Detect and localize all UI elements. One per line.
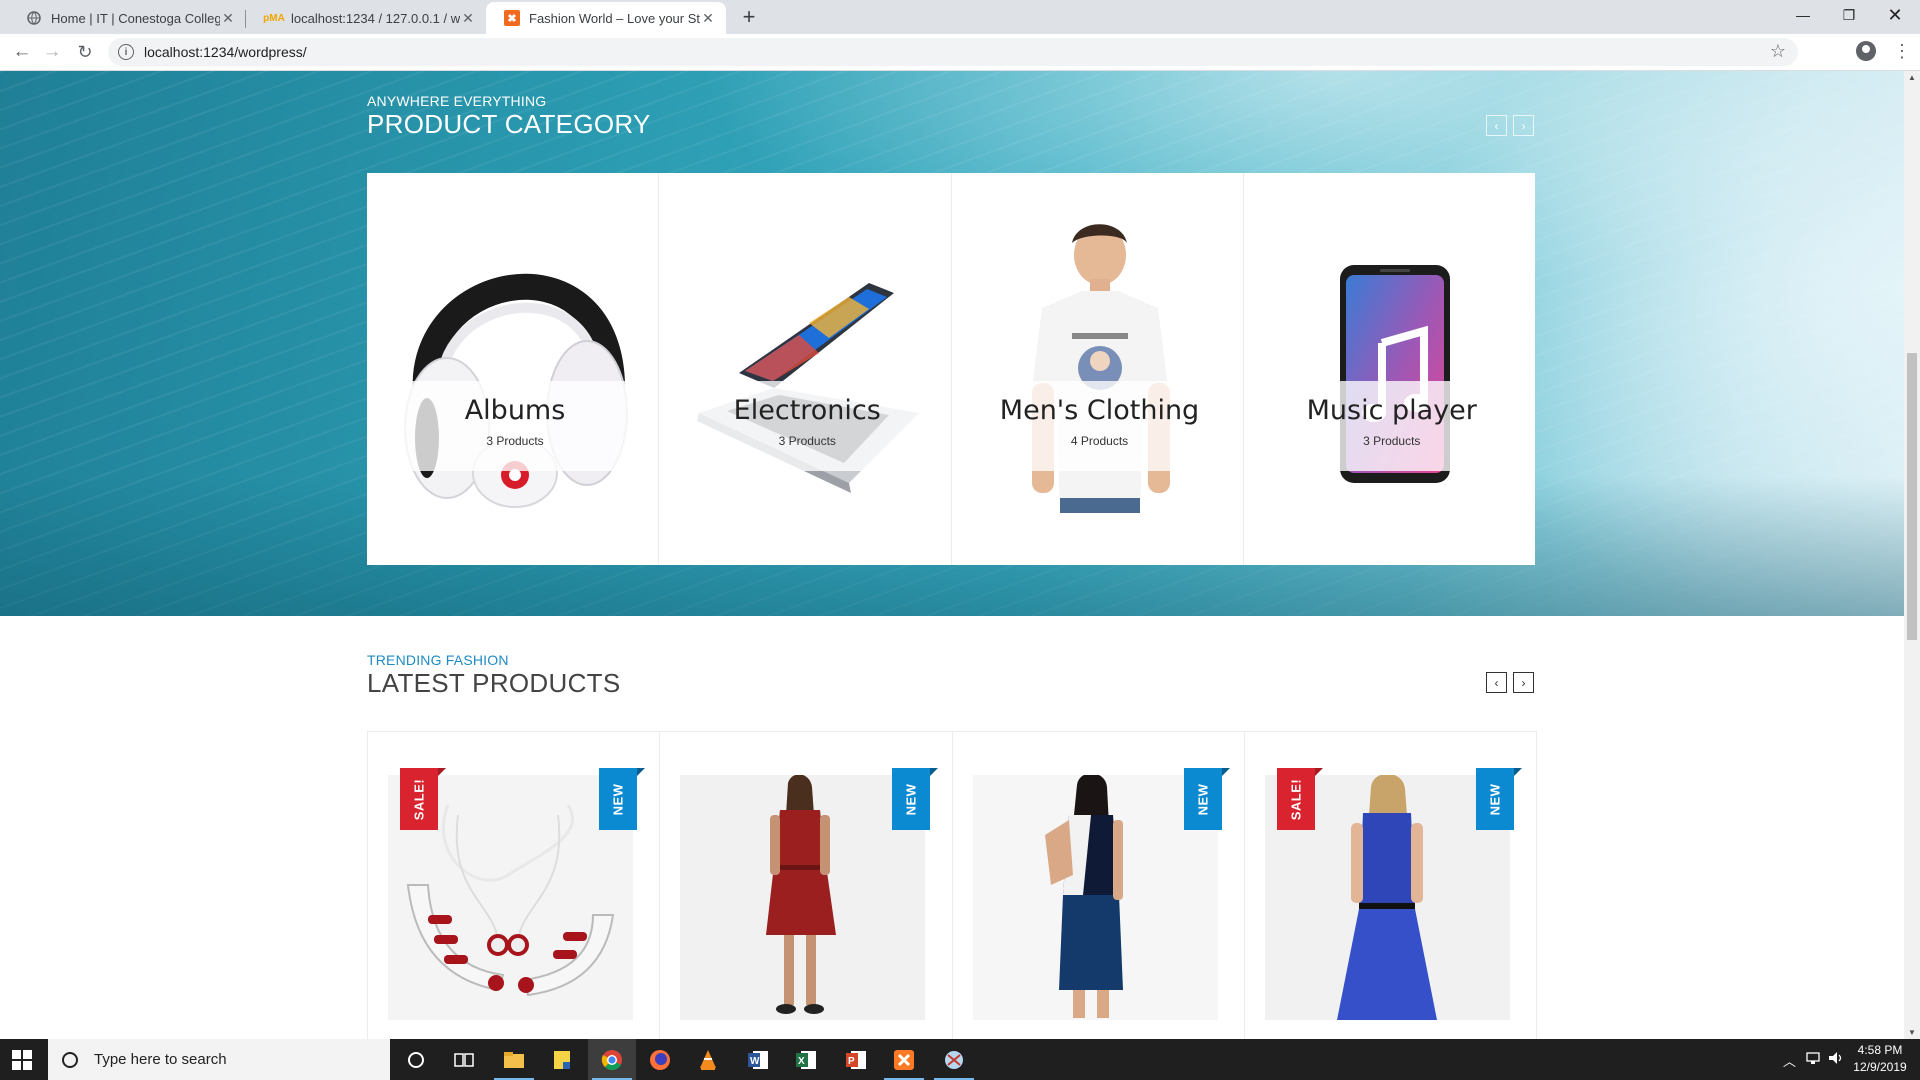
- new-badge: NEW: [1183, 768, 1230, 830]
- category-card-albums[interactable]: Albums 3 Products: [367, 173, 660, 565]
- sale-badge: SALE!: [1276, 768, 1323, 830]
- tab-conestoga[interactable]: Home | IT | Conestoga College ✕: [8, 2, 246, 34]
- category-label: Electronics 3 Products: [691, 381, 924, 471]
- network-icon[interactable]: [1806, 1051, 1822, 1068]
- category-name[interactable]: Electronics: [691, 395, 923, 426]
- category-carousel: Albums 3 Products Electronics 3 Products…: [367, 173, 1535, 565]
- red-dress-image[interactable]: [680, 775, 926, 1020]
- svg-text:X: X: [798, 1056, 805, 1067]
- category-name[interactable]: Albums: [399, 395, 631, 426]
- category-card-mens-clothing[interactable]: Men's Clothing 4 Products: [952, 173, 1244, 565]
- close-tab-icon[interactable]: ✕: [220, 10, 236, 27]
- category-name[interactable]: Men's Clothing: [984, 395, 1216, 426]
- product-card[interactable]: SALE! NEW: [368, 732, 661, 1039]
- category-count: 3 Products: [486, 434, 544, 448]
- scroll-up-arrow-icon[interactable]: ▲: [1908, 73, 1916, 82]
- category-label: Albums 3 Products: [399, 381, 631, 471]
- clock-date: 12/9/2019: [1853, 1060, 1907, 1074]
- minimize-icon[interactable]: —: [1780, 0, 1826, 30]
- windows-start-icon[interactable]: [12, 1050, 32, 1070]
- phpmyadmin-icon: pMA: [263, 12, 285, 24]
- page-scrollbar[interactable]: ▲ ▼: [1904, 71, 1920, 1039]
- category-next-button[interactable]: ›: [1513, 115, 1534, 136]
- chrome-icon[interactable]: [588, 1039, 636, 1080]
- search-placeholder[interactable]: Type here to search: [94, 1051, 227, 1068]
- xampp-icon[interactable]: [880, 1039, 928, 1080]
- navy-colorblock-dress-image[interactable]: [972, 775, 1218, 1020]
- word-icon[interactable]: W: [734, 1039, 782, 1080]
- category-card-music-player[interactable]: Music player 3 Products: [1244, 173, 1535, 565]
- cortana-icon[interactable]: [392, 1039, 440, 1080]
- latest-next-button[interactable]: ›: [1513, 672, 1534, 693]
- svg-text:W: W: [750, 1056, 760, 1067]
- latest-prev-button[interactable]: ‹: [1486, 672, 1507, 693]
- scrollbar-thumb[interactable]: [1907, 353, 1917, 640]
- latest-eyebrow: TRENDING FASHION: [367, 652, 509, 668]
- latest-products-carousel: SALE! NEW NEW NEW SALE! NEW: [367, 731, 1537, 1039]
- svg-text:P: P: [848, 1056, 855, 1067]
- category-eyebrow: ANYWHERE EVERYTHING: [367, 93, 547, 109]
- new-badge: NEW: [1476, 768, 1522, 830]
- tab-fashion-world[interactable]: ✖ Fashion World – Love your Style ✕: [486, 2, 726, 34]
- show-hidden-icons-chevron-icon[interactable]: ︿: [1783, 1051, 1796, 1070]
- snipping-tool-icon[interactable]: [930, 1039, 978, 1080]
- close-window-icon[interactable]: ✕: [1872, 0, 1918, 30]
- latest-heading: LATEST PRODUCTS: [367, 668, 621, 698]
- category-count: 3 Products: [1363, 434, 1421, 448]
- tab-phpmyadmin[interactable]: pMA localhost:1234 / 127.0.0.1 / word ✕: [248, 2, 486, 34]
- search-icon: [62, 1051, 78, 1068]
- close-tab-icon[interactable]: ✕: [700, 10, 716, 27]
- category-heading: PRODUCT CATEGORY: [367, 109, 651, 139]
- category-label: Men's Clothing 4 Products: [983, 381, 1216, 471]
- sticky-notes-icon[interactable]: [538, 1039, 586, 1080]
- back-arrow-icon[interactable]: ←: [10, 40, 34, 64]
- browser-tab-strip: Home | IT | Conestoga College ✕ pMA loca…: [0, 0, 1920, 34]
- xampp-icon: ✖: [504, 10, 520, 26]
- close-tab-icon[interactable]: ✕: [460, 10, 476, 27]
- task-view-icon[interactable]: [440, 1039, 488, 1080]
- product-card[interactable]: NEW: [660, 732, 953, 1039]
- category-prev-button[interactable]: ‹: [1486, 115, 1507, 136]
- new-tab-button[interactable]: +: [738, 4, 760, 30]
- chrome-menu-icon[interactable]: ⋮: [1893, 40, 1911, 62]
- site-info-icon[interactable]: i: [118, 44, 134, 60]
- browser-toolbar: ← → ↻ i localhost:1234/wordpress/ ☆: [0, 34, 1920, 71]
- restore-icon[interactable]: ❐: [1826, 0, 1872, 30]
- product-card[interactable]: NEW: [953, 732, 1245, 1039]
- category-card-electronics[interactable]: Electronics 3 Products: [659, 173, 952, 565]
- bookmark-star-icon[interactable]: ☆: [1770, 41, 1786, 62]
- new-badge: NEW: [891, 768, 938, 830]
- category-label: Music player 3 Products: [1275, 381, 1508, 471]
- excel-icon[interactable]: X: [782, 1039, 830, 1080]
- page-viewport: ANYWHERE EVERYTHING PRODUCT CATEGORY ‹ ›: [0, 71, 1904, 1039]
- tab-title: Home | IT | Conestoga College: [51, 10, 220, 26]
- tab-title: Fashion World – Love your Style: [529, 10, 700, 26]
- firefox-icon[interactable]: [636, 1039, 684, 1080]
- category-count: 3 Products: [778, 434, 836, 448]
- new-badge: NEW: [599, 768, 646, 830]
- clock-time: 4:58 PM: [1857, 1043, 1903, 1057]
- file-explorer-icon[interactable]: [490, 1039, 538, 1080]
- sale-badge: SALE!: [400, 768, 446, 830]
- powerpoint-icon[interactable]: P: [832, 1039, 880, 1080]
- globe-icon: [26, 10, 42, 26]
- category-count: 4 Products: [1070, 434, 1129, 448]
- volume-icon[interactable]: [1828, 1051, 1844, 1068]
- vlc-icon[interactable]: [684, 1039, 732, 1080]
- product-card[interactable]: SALE! NEW: [1245, 732, 1536, 1039]
- tab-title: localhost:1234 / 127.0.0.1 / word: [291, 10, 460, 26]
- profile-avatar-icon[interactable]: [1856, 41, 1876, 61]
- forward-arrow-icon[interactable]: →: [40, 40, 64, 64]
- windows-taskbar: Type here to search W X P ︿ 4:58 PM 12/9…: [0, 1039, 1920, 1080]
- url-text[interactable]: localhost:1234/wordpress/: [144, 44, 307, 60]
- scroll-down-arrow-icon[interactable]: ▼: [1908, 1028, 1916, 1037]
- taskbar-search[interactable]: Type here to search: [48, 1039, 390, 1080]
- product-category-section: ANYWHERE EVERYTHING PRODUCT CATEGORY ‹ ›: [0, 71, 1904, 616]
- address-bar[interactable]: i localhost:1234/wordpress/ ☆: [108, 38, 1798, 66]
- category-name[interactable]: Music player: [1276, 395, 1508, 426]
- system-clock[interactable]: 4:58 PM 12/9/2019: [1845, 1042, 1915, 1076]
- reload-icon[interactable]: ↻: [73, 40, 97, 64]
